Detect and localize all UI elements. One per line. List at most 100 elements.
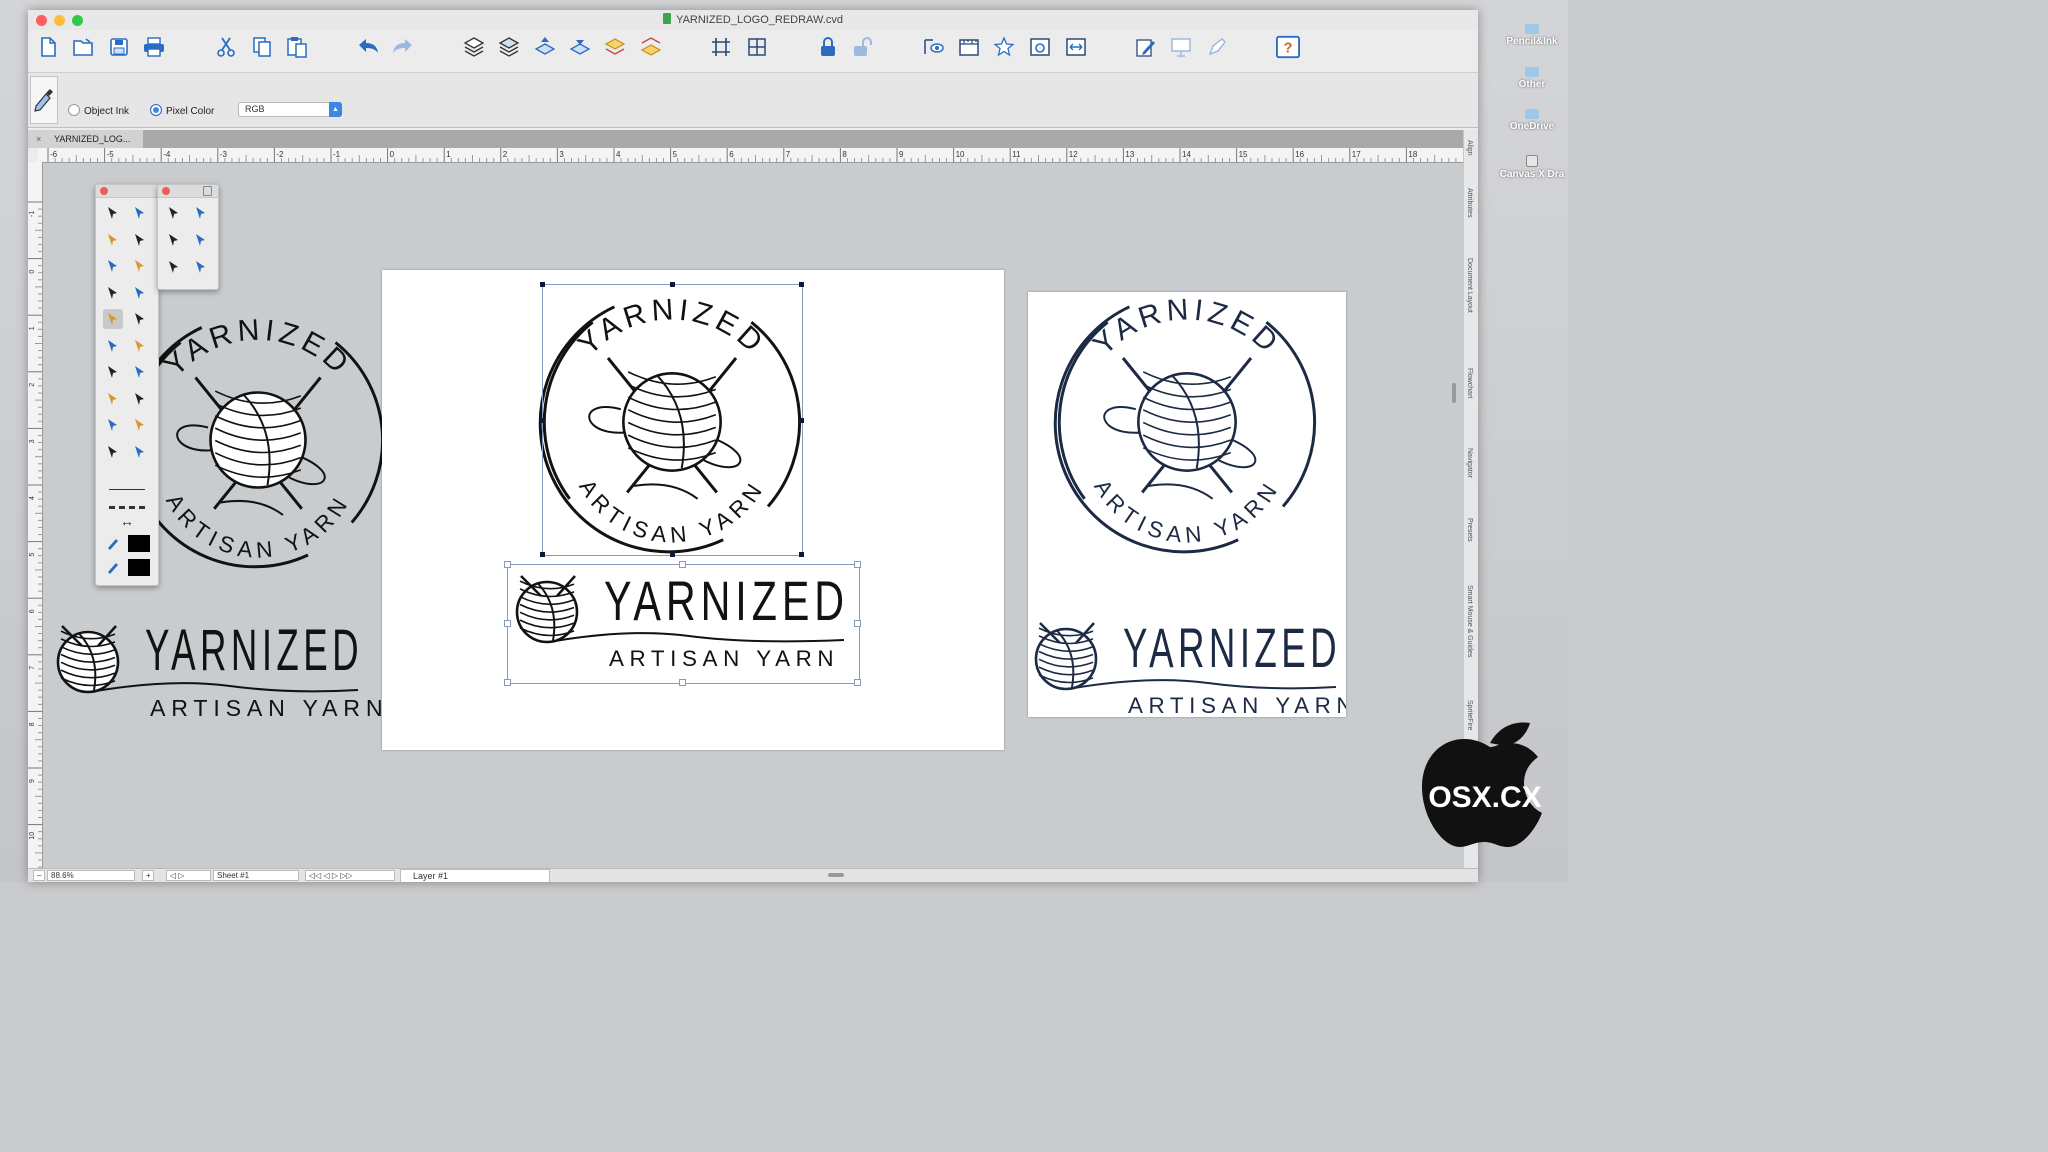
palette-title-bar[interactable] [158,185,218,198]
hand-tool-icon[interactable] [103,442,123,462]
page-nav-buttons[interactable]: ◁ ▷ [166,870,211,881]
bring-to-front-icon[interactable] [603,35,627,59]
stroke-color-swatch[interactable] [128,535,150,552]
selection-handle[interactable] [679,561,686,568]
selection-handle[interactable] [540,552,545,557]
cut-icon[interactable] [214,35,238,59]
selection-handle[interactable] [799,552,804,557]
paste-icon[interactable] [285,35,309,59]
side-tab-flowchart[interactable]: Flowchart [1466,368,1473,398]
zoom-tool-icon[interactable] [130,442,150,462]
pixel-color-radio[interactable]: Pixel Color [150,104,214,117]
desktop-folder-other[interactable]: Other [1496,67,1568,90]
drawing-canvas[interactable]: YARNIZED ARTISAN YARN YARNIZED ARTISAN YARN… [43,163,1463,868]
side-tab-attributes[interactable]: Attributes [1466,188,1473,218]
horizontal-ruler[interactable]: -6 -5 -4 -3 -2 -1 0 1 2 3 4 5 6 7 8 9 10 11 12 13 14 15 16 17 18 [38,148,1463,163]
oval-tool-icon[interactable] [103,283,123,303]
document-page[interactable]: YARNIZED ARTISAN YARN YARNIZED ARTISAN YARN [382,270,1004,750]
layer-nav-buttons[interactable]: ◁◁ ◁ ▷ ▷▷ [305,870,395,881]
selection-handle[interactable] [679,679,686,686]
selection-handle[interactable] [504,620,511,627]
zoom-field[interactable]: 88.6% [47,870,135,881]
selection-handle[interactable] [670,552,675,557]
arrowhead-selector[interactable]: ↔ [106,511,148,531]
grid-icon[interactable] [709,35,733,59]
help-icon[interactable]: ? [1276,35,1300,59]
side-tab-presets[interactable]: Presets [1466,518,1473,542]
lock-icon[interactable] [203,186,212,196]
desktop-file-canvas[interactable]: Canvas X Dra [1496,155,1568,180]
object-ink-radio[interactable]: Object Ink [68,104,129,117]
selection-handle[interactable] [854,620,861,627]
pointer-tool-icon[interactable] [103,203,123,223]
side-tab-document-layout[interactable]: Document Layout [1466,258,1473,313]
ruler-icon[interactable] [957,35,981,59]
selection-handle[interactable] [540,418,545,423]
close-palette-button[interactable] [162,187,170,195]
view-eye-icon[interactable] [922,35,946,59]
layers-stack-icon[interactable] [497,35,521,59]
save-icon[interactable] [107,35,131,59]
zoom-out-button[interactable]: – [33,870,45,881]
layers-icon[interactable] [462,35,486,59]
stamp-tool-icon[interactable] [130,336,150,356]
paintbrush-tool-icon[interactable] [130,203,150,223]
camera-icon[interactable] [1028,35,1052,59]
layer-select-icon[interactable] [191,257,211,277]
eyedropper-tool-icon[interactable] [103,309,123,329]
print-icon[interactable] [142,35,166,59]
lasso-select-icon[interactable] [164,230,184,250]
zoom-in-button[interactable]: + [142,870,154,881]
close-tab-icon[interactable]: × [36,130,41,148]
selection-handle[interactable] [670,282,675,287]
fill-color-swatch[interactable] [128,559,150,576]
spiral-tool-icon[interactable] [130,362,150,382]
redo-icon[interactable] [391,35,415,59]
rotate-select-icon[interactable] [164,257,184,277]
marquee-tool-icon[interactable] [130,415,150,435]
bring-forward-icon[interactable] [533,35,557,59]
fit-width-icon[interactable] [1064,35,1088,59]
send-to-back-icon[interactable] [639,35,663,59]
new-document-icon[interactable] [36,35,60,59]
layer-select[interactable]: Layer #1 [400,869,550,882]
document-tab[interactable]: × YARNIZED_LOG... [28,130,143,148]
side-tab-align[interactable]: Align [1466,140,1473,156]
undo-icon[interactable] [356,35,380,59]
color-model-select[interactable]: RGB ▲ [238,102,342,117]
send-backward-icon[interactable] [568,35,592,59]
group-select-icon[interactable] [191,203,211,223]
pencil-fill-tool-icon[interactable] [130,256,150,276]
subselect-icon[interactable] [191,230,211,250]
palette-title-bar[interactable] [96,185,158,198]
pen-tool-icon[interactable] [103,336,123,356]
selection-handle[interactable] [854,679,861,686]
direct-select-icon[interactable] [164,203,184,223]
ink-dropper-tool-icon[interactable] [130,309,150,329]
lock-icon[interactable] [816,35,840,59]
vertical-scroll-thumb[interactable] [1452,383,1456,403]
selection-handle[interactable] [854,561,861,568]
guides-grid-icon[interactable] [745,35,769,59]
selection-handle[interactable] [504,561,511,568]
pen-tool-icon[interactable] [1205,35,1229,59]
eyedropper-tool-button[interactable] [30,76,58,124]
edit-pencil-icon[interactable] [1134,35,1158,59]
horizontal-scroll-thumb[interactable] [828,873,844,877]
lasso-tool-icon[interactable] [103,415,123,435]
bezier-tool-icon[interactable] [130,230,150,250]
image-tool-icon[interactable] [130,389,150,409]
star-transform-icon[interactable] [992,35,1016,59]
sheet-select[interactable]: Sheet #1 [213,870,299,881]
line-weight-selector[interactable] [106,475,148,495]
reference-image[interactable]: YARNIZED ARTISAN YARN YARNIZED ARTISAN YARN [1028,292,1353,718]
presentation-icon[interactable] [1169,35,1193,59]
dimension-tool-icon[interactable] [130,283,150,303]
close-palette-button[interactable] [100,187,108,195]
vertical-ruler[interactable]: -1 0 1 2 3 4 5 6 7 8 9 10 [28,162,43,875]
eraser-tool-icon[interactable] [103,389,123,409]
pencil-tool-icon[interactable] [103,362,123,382]
side-tab-navigator[interactable]: Navigator [1466,448,1473,478]
rectangle-tool-icon[interactable] [103,256,123,276]
line-tool-icon[interactable] [103,230,123,250]
